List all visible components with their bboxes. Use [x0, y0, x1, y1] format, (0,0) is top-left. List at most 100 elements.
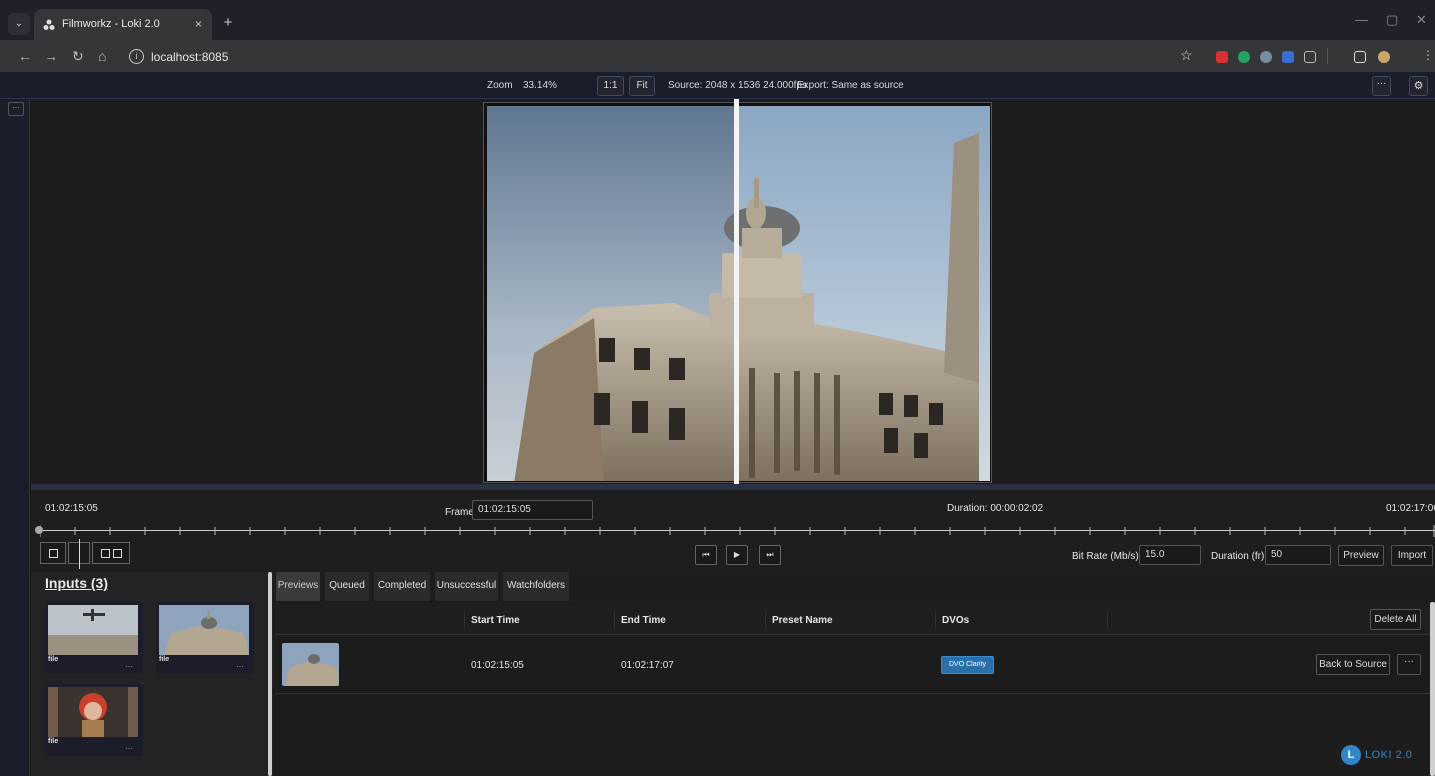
side-by-side-view-button[interactable]	[92, 542, 130, 564]
source-info: Source: 2048 x 1536 24.000fps	[668, 80, 807, 91]
splitter-bar[interactable]	[268, 572, 272, 776]
row-end-time: 01:02:17:07	[621, 660, 674, 671]
filmworkz-favicon-icon	[43, 19, 55, 30]
building-thumbnail	[159, 605, 249, 655]
import-button[interactable]: Import	[1391, 545, 1433, 566]
timeline-ticks	[40, 525, 1435, 537]
forward-icon[interactable]: →	[44, 48, 58, 64]
input-thumbnail	[48, 605, 138, 655]
queue-header-row	[275, 605, 1430, 635]
tab-search-button[interactable]: ⌄	[8, 13, 30, 35]
dvo-badge[interactable]: DVO Clarity	[941, 656, 994, 674]
tab-title: Filmworkz - Loki 2.0	[62, 18, 160, 30]
frame-label: Frame	[445, 507, 474, 518]
column-divider	[1107, 612, 1108, 628]
split-view-button[interactable]	[68, 539, 90, 569]
back-icon[interactable]: ←	[18, 48, 32, 64]
play-button[interactable]: ▶	[726, 545, 748, 565]
single-view-button[interactable]	[40, 542, 66, 564]
input-label: file	[159, 656, 170, 663]
profile-avatar[interactable]	[1378, 51, 1390, 63]
duration-frames-input[interactable]: 50	[1265, 545, 1331, 565]
input-label: file	[48, 656, 59, 663]
preview-button[interactable]: Preview	[1338, 545, 1384, 566]
column-divider	[464, 612, 465, 628]
side-by-side-right-icon	[113, 549, 122, 558]
browser-titlebar: ⌄ Filmworkz - Loki 2.0 × + — ▢ ✕	[0, 0, 1435, 40]
address-bar[interactable]: i localhost:8085	[121, 45, 1201, 68]
delete-all-button[interactable]: Delete All	[1370, 609, 1421, 630]
side-panel-icon[interactable]	[1354, 51, 1366, 63]
input-item[interactable]: file ···	[45, 602, 143, 674]
zoom-1to1-button[interactable]: 1:1	[597, 76, 624, 96]
new-tab-button[interactable]: +	[218, 14, 238, 34]
bitrate-input[interactable]: 15.0	[1139, 545, 1201, 565]
duration-frames-label: Duration (fr):	[1211, 551, 1268, 562]
plane-thumbnail	[48, 605, 138, 655]
reload-icon[interactable]: ↻	[72, 48, 84, 65]
input-thumbnail	[48, 687, 138, 737]
bookmark-star-icon[interactable]: ☆	[1180, 47, 1193, 64]
input-item[interactable]: file ···	[156, 602, 254, 674]
compare-split-handle[interactable]	[734, 99, 739, 484]
column-end-time[interactable]: End Time	[621, 615, 666, 626]
start-timecode: 01:02:15:05	[45, 503, 98, 514]
column-start-time[interactable]: Start Time	[471, 615, 520, 626]
column-dvos[interactable]: DVOs	[942, 615, 969, 626]
browser-tab[interactable]: Filmworkz - Loki 2.0 ×	[34, 9, 212, 40]
column-divider	[614, 612, 615, 628]
frame-input[interactable]: 01:02:15:05	[472, 500, 593, 520]
viewer-toolbar: Zoom 33.14% 1:1 Fit Source: 2048 x 1536 …	[0, 72, 1435, 99]
tab-completed[interactable]: Completed	[374, 572, 430, 601]
row-thumbnail	[282, 643, 339, 686]
extension-red-icon[interactable]	[1216, 51, 1228, 63]
end-timecode: 01:02:17:06	[1386, 503, 1435, 514]
input-menu-button[interactable]: ···	[125, 744, 133, 753]
extension-globe-icon[interactable]	[1260, 51, 1272, 63]
minimize-button[interactable]: —	[1355, 12, 1368, 27]
input-label: file	[48, 738, 59, 745]
input-menu-button[interactable]: ···	[125, 662, 133, 671]
back-to-source-button[interactable]: Back to Source	[1316, 654, 1390, 675]
extension-grammarly-icon[interactable]	[1238, 51, 1250, 63]
side-by-side-left-icon	[101, 549, 110, 558]
tab-queued[interactable]: Queued	[325, 572, 369, 601]
extensions-puzzle-icon[interactable]	[1304, 51, 1316, 63]
gutter-more-button[interactable]: ···	[8, 102, 24, 116]
split-view-icon	[79, 539, 80, 569]
column-preset-name[interactable]: Preset Name	[772, 615, 833, 626]
input-menu-button[interactable]: ···	[236, 662, 244, 671]
browser-toolbar: ← → ↻ ⌂ i localhost:8085 ☆ ⋮	[0, 40, 1435, 72]
export-info: Export: Same as source	[797, 80, 904, 91]
left-gutter: ···	[0, 99, 30, 776]
extension-translate-icon[interactable]	[1282, 51, 1294, 63]
previous-frame-button[interactable]: ⏮	[695, 545, 717, 565]
close-window-button[interactable]: ✕	[1416, 12, 1427, 28]
tab-unsuccessful[interactable]: Unsuccessful	[435, 572, 498, 601]
tab-close-icon[interactable]: ×	[195, 17, 202, 31]
column-divider	[765, 612, 766, 628]
single-view-icon	[49, 549, 58, 558]
bitrate-label: Bit Rate (Mb/s):	[1072, 551, 1142, 562]
gear-icon[interactable]: ⚙	[1409, 76, 1428, 96]
building-thumbnail	[282, 643, 339, 686]
toolbar-divider	[1327, 48, 1328, 64]
zoom-fit-button[interactable]: Fit	[629, 76, 655, 96]
playhead-handle[interactable]	[35, 526, 43, 534]
site-info-icon[interactable]: i	[129, 49, 144, 64]
tab-previews[interactable]: Previews	[276, 572, 320, 601]
input-item[interactable]: file ···	[45, 684, 143, 756]
url-text: localhost:8085	[151, 50, 229, 64]
home-icon[interactable]: ⌂	[98, 48, 106, 64]
tab-watchfolders[interactable]: Watchfolders	[503, 572, 569, 601]
inputs-title: Inputs (3)	[45, 575, 108, 591]
row-more-button[interactable]: ···	[1397, 654, 1421, 675]
restore-button[interactable]: ▢	[1386, 12, 1398, 28]
child-thumbnail	[48, 687, 138, 737]
table-row[interactable]	[275, 636, 1430, 694]
viewer-more-button[interactable]: ···	[1372, 76, 1391, 96]
next-frame-button[interactable]: ⏭	[759, 545, 781, 565]
zoom-value: 33.14%	[523, 80, 557, 91]
queue-scrollbar[interactable]	[1430, 602, 1435, 776]
browser-menu-icon[interactable]: ⋮	[1422, 48, 1434, 62]
